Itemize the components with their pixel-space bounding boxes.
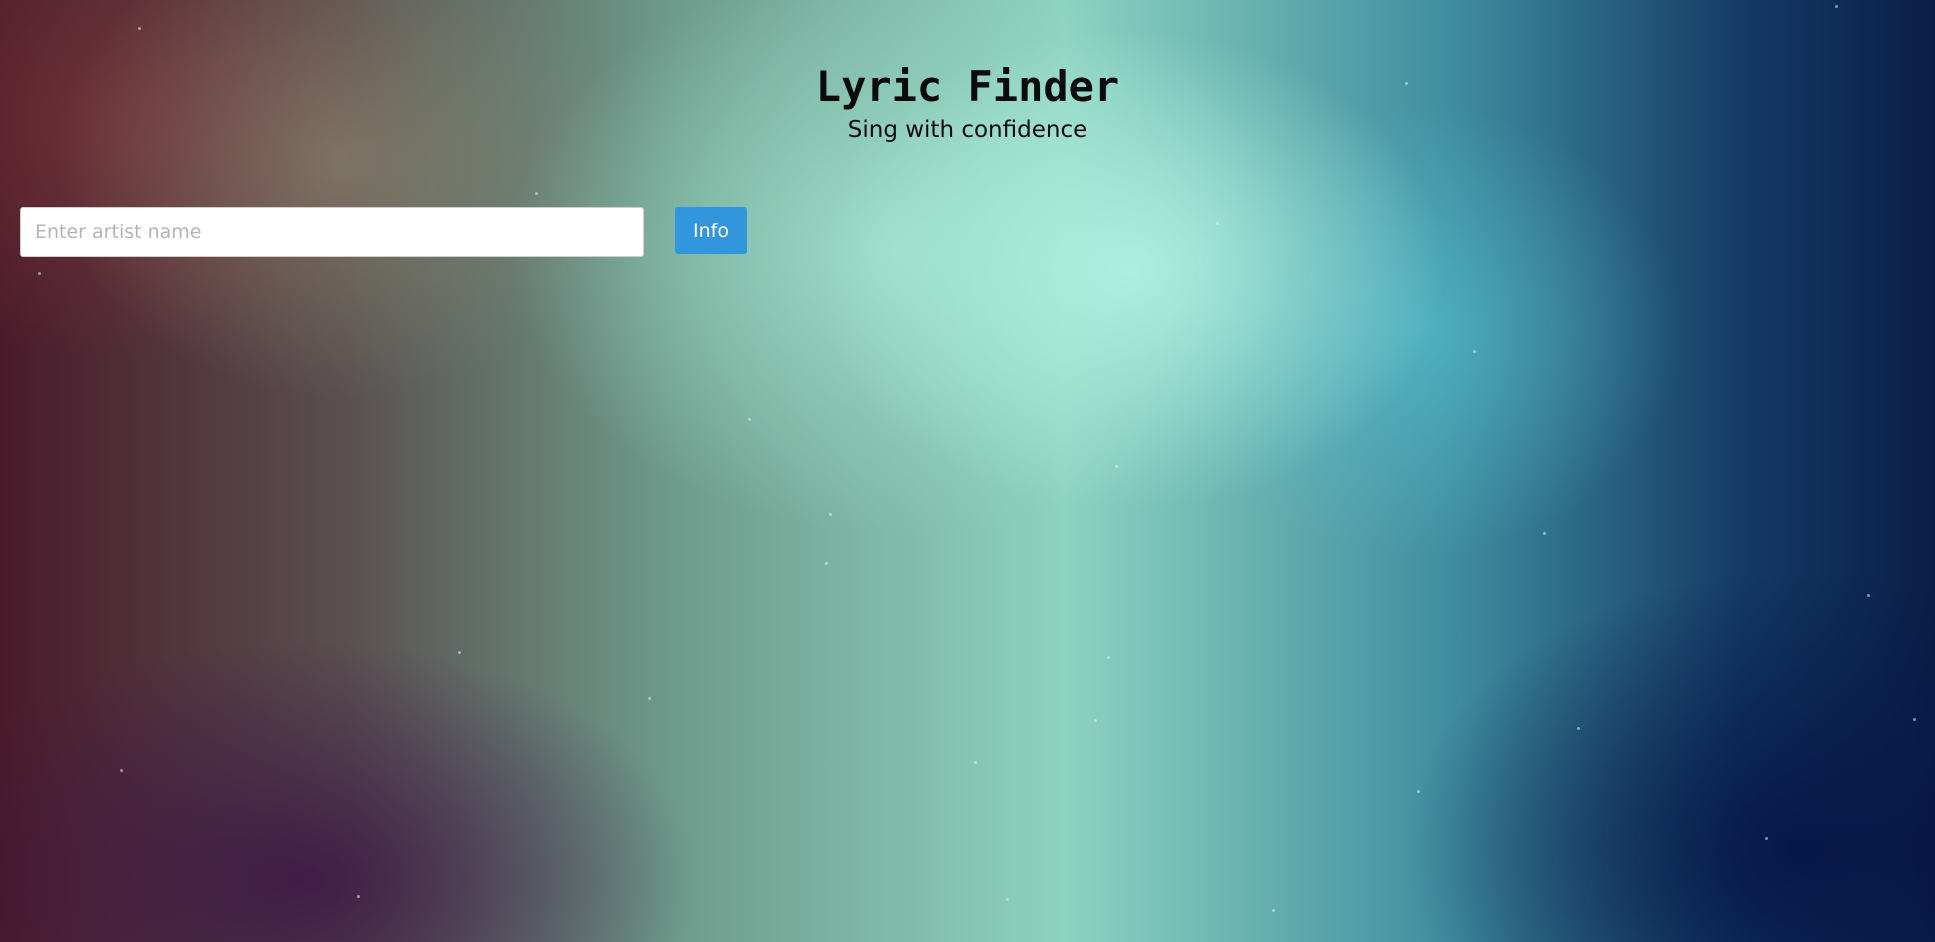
artist-name-input[interactable]: [20, 207, 644, 257]
page-header: Lyric Finder Sing with confidence: [0, 62, 1935, 144]
page-title: Lyric Finder: [815, 62, 1120, 111]
info-button[interactable]: Info: [675, 207, 747, 254]
page-subtitle: Sing with confidence: [847, 117, 1088, 143]
